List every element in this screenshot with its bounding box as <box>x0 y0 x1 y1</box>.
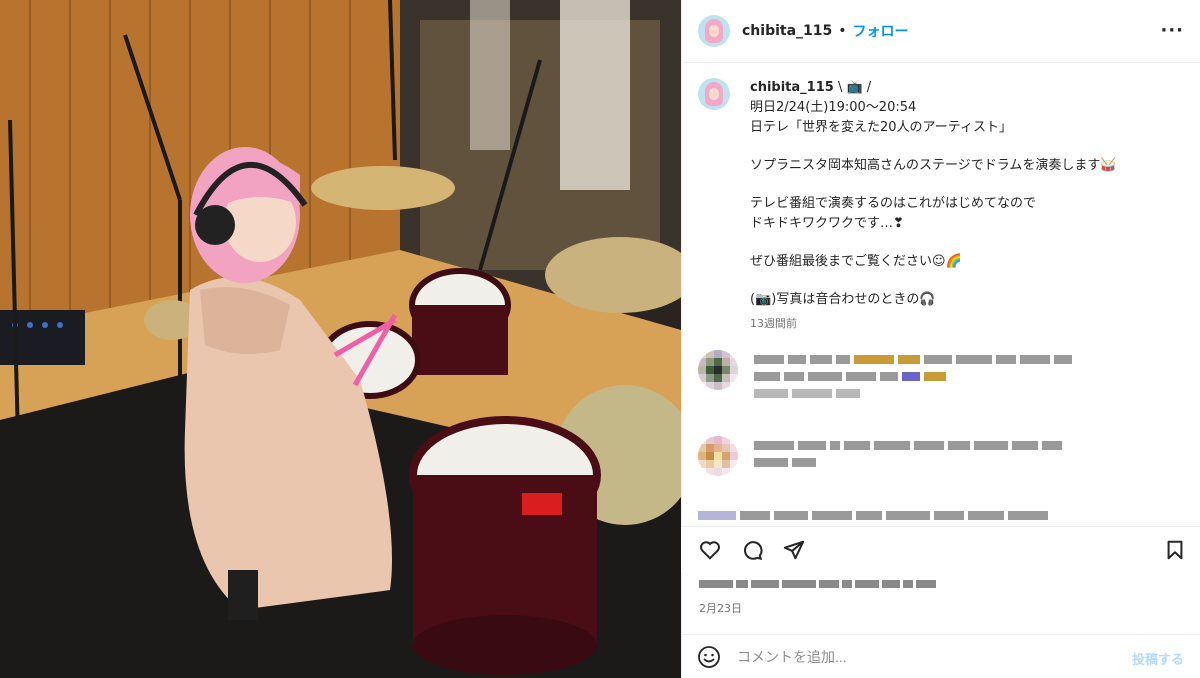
caption: chibita_115 \ 📺 / 明日2/24(土)19:00〜20:54 日… <box>698 78 1188 334</box>
more-icon[interactable]: ··· <box>1160 22 1184 40</box>
comment-avatar[interactable] <box>698 350 738 390</box>
comment-input[interactable] <box>737 648 1097 665</box>
caption-line: 明日2/24(土)19:00〜20:54 <box>750 100 917 115</box>
caption-line: ドキドキワクワクです…❣ <box>750 216 904 231</box>
caption-body: chibita_115 \ 📺 / 明日2/24(土)19:00〜20:54 日… <box>750 78 1117 334</box>
comment-item <box>698 506 1178 524</box>
caption-line: ぜひ番組最後までご覧ください☺🌈 <box>750 254 962 269</box>
action-bar <box>681 526 1200 572</box>
caption-time-ago[interactable]: 13週間前 <box>750 314 1117 334</box>
comment-text-censored <box>754 350 1072 406</box>
author-username[interactable]: chibita_115 <box>742 23 832 39</box>
add-comment-bar: 投稿する <box>681 634 1200 678</box>
caption-avatar[interactable] <box>698 78 730 110</box>
post-side-panel: chibita_115 • フォロー ··· chibita_115 \ 📺 /… <box>681 0 1200 678</box>
caption-line: 日テレ「世界を変えた20人のアーティスト」 <box>750 120 1012 135</box>
bookmark-icon[interactable] <box>1164 539 1186 561</box>
post-comment-button[interactable]: 投稿する <box>1132 649 1184 668</box>
caption-line: ソプラニスタ岡本知高さんのステージでドラムを演奏します🥁 <box>750 158 1117 173</box>
comment-text-censored <box>754 436 1062 476</box>
drummer-photo-image <box>0 0 681 678</box>
caption-line: (📷)写真は音合わせのときの🎧 <box>750 292 936 307</box>
like-icon[interactable] <box>699 539 721 561</box>
comment-item <box>698 436 1178 476</box>
comment-avatar[interactable] <box>698 436 738 476</box>
follow-button[interactable]: フォロー <box>853 21 909 41</box>
comment-text-censored <box>698 506 1048 524</box>
author-avatar[interactable] <box>698 15 730 47</box>
caption-username[interactable]: chibita_115 <box>750 80 834 95</box>
post-header: chibita_115 • フォロー ··· <box>682 0 1200 63</box>
comment-item <box>698 350 1178 406</box>
separator-dot: • <box>838 23 847 39</box>
emoji-icon[interactable] <box>697 645 721 669</box>
share-icon[interactable] <box>783 539 805 561</box>
post-photo[interactable] <box>0 0 681 678</box>
caption-line: \ 📺 / <box>837 80 872 95</box>
caption-line: テレビ番組で演奏するのはこれがはじめてなので <box>750 196 1037 211</box>
comment-icon[interactable] <box>741 539 763 561</box>
